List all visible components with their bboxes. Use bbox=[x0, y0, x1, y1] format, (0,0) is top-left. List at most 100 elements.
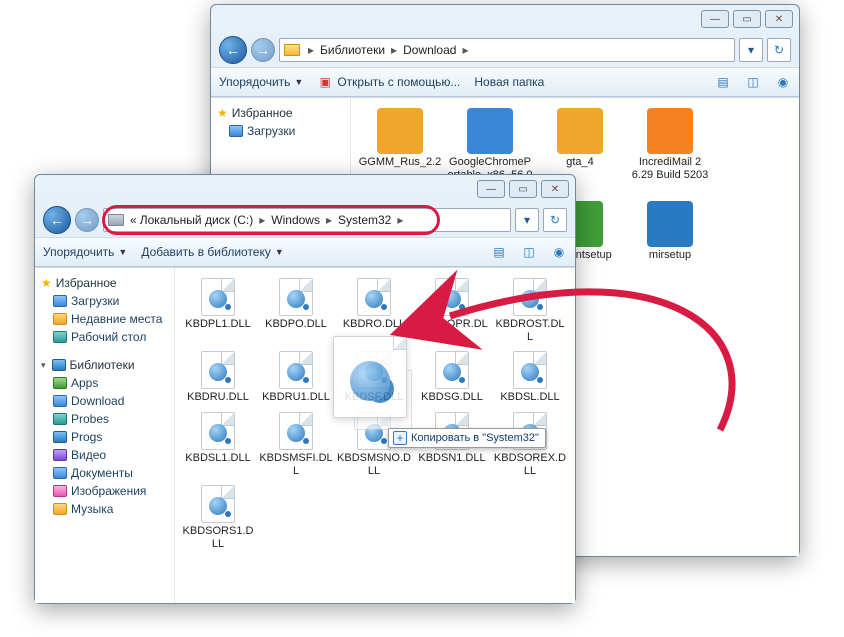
folder-icon bbox=[53, 313, 67, 325]
dll-icon bbox=[435, 351, 469, 389]
file-tile[interactable]: KBDSMSFI.DLL bbox=[257, 408, 335, 481]
documents-icon bbox=[53, 467, 67, 479]
desktop-icon bbox=[53, 331, 67, 343]
dll-icon bbox=[513, 351, 547, 389]
close-button[interactable]: ✕ bbox=[765, 10, 793, 28]
chevron-right-icon[interactable]: ▸ bbox=[322, 213, 336, 227]
file-tile[interactable]: KBDPO.DLL bbox=[257, 274, 335, 347]
refresh-button[interactable]: ↻ bbox=[767, 38, 791, 62]
address-dropdown-button[interactable]: ▾ bbox=[739, 38, 763, 62]
file-tile[interactable]: KBDSG.DLL bbox=[413, 347, 491, 408]
file-tile[interactable]: KBDRU1.DLL bbox=[257, 347, 335, 408]
file-label: KBDROST.DLL bbox=[493, 318, 567, 343]
chevron-right-icon[interactable]: ▸ bbox=[458, 43, 472, 57]
add-to-library-button[interactable]: Добавить в библиотеку ▼ bbox=[141, 245, 283, 259]
view-button[interactable]: ▤ bbox=[491, 244, 507, 260]
nav-forward-button[interactable]: → bbox=[251, 38, 275, 62]
file-tile[interactable]: KBDRO.DLL bbox=[335, 274, 413, 347]
maximize-button[interactable]: ▭ bbox=[509, 180, 537, 198]
dll-icon bbox=[279, 351, 313, 389]
nav-back-button[interactable]: ← bbox=[219, 36, 247, 64]
nav-item[interactable]: Загрузки bbox=[39, 292, 170, 310]
file-label: KBDSL1.DLL bbox=[185, 452, 250, 465]
pictures-icon bbox=[53, 485, 67, 497]
address-dropdown-button[interactable]: ▾ bbox=[515, 208, 539, 232]
nav-forward-button[interactable]: → bbox=[75, 208, 99, 232]
libraries-header[interactable]: ▾Библиотеки bbox=[39, 356, 170, 374]
file-tile[interactable]: KBDROST.DLL bbox=[491, 274, 569, 347]
breadcrumb-item[interactable]: Download bbox=[401, 42, 458, 58]
chevron-right-icon[interactable]: ▸ bbox=[393, 213, 407, 227]
preview-pane-button[interactable]: ◫ bbox=[745, 74, 761, 90]
chevron-right-icon[interactable]: ▸ bbox=[387, 43, 401, 57]
dll-icon bbox=[357, 278, 391, 316]
app-icon bbox=[647, 201, 693, 247]
chevron-right-icon[interactable]: ▸ bbox=[304, 43, 318, 57]
expand-icon: ▾ bbox=[41, 360, 46, 371]
toolbar: Упорядочить ▼ Добавить в библиотеку ▼ ▤ … bbox=[35, 237, 575, 267]
titlebar[interactable]: — ▭ ✕ bbox=[211, 5, 799, 33]
star-icon: ★ bbox=[41, 276, 52, 290]
nav-back-button[interactable]: ← bbox=[43, 206, 71, 234]
breadcrumb-item[interactable]: Локальный диск (C:) bbox=[138, 212, 256, 228]
refresh-button[interactable]: ↻ bbox=[543, 208, 567, 232]
nav-item[interactable]: Документы bbox=[39, 464, 170, 482]
nav-item[interactable]: Недавние места bbox=[39, 310, 170, 328]
view-button[interactable]: ▤ bbox=[715, 74, 731, 90]
close-button[interactable]: ✕ bbox=[541, 180, 569, 198]
library-icon bbox=[53, 395, 67, 407]
favorites-header[interactable]: ★Избранное bbox=[39, 274, 170, 292]
titlebar[interactable]: — ▭ ✕ bbox=[35, 175, 575, 203]
preview-pane-button[interactable]: ◫ bbox=[521, 244, 537, 260]
chevron-right-icon[interactable]: ▸ bbox=[255, 213, 269, 227]
file-tile[interactable]: mirsetup bbox=[625, 197, 715, 278]
file-tile[interactable]: IncrediMail 2 6.29 Build 5203 bbox=[625, 104, 715, 197]
file-tile[interactable]: KBDSL.DLL bbox=[491, 347, 569, 408]
dll-icon bbox=[279, 278, 313, 316]
file-tile[interactable]: KBDROPR.DLL bbox=[413, 274, 491, 347]
nav-item[interactable]: Музыка bbox=[39, 500, 170, 518]
nav-item[interactable]: Apps bbox=[39, 374, 170, 392]
file-tile[interactable]: KBDRU.DLL bbox=[179, 347, 257, 408]
nav-item[interactable]: Рабочий стол bbox=[39, 328, 170, 346]
nav-item[interactable]: Download bbox=[39, 392, 170, 410]
nav-item[interactable]: Видео bbox=[39, 446, 170, 464]
folder-icon bbox=[229, 125, 243, 137]
dll-icon bbox=[201, 485, 235, 523]
dll-icon bbox=[357, 351, 391, 389]
file-label: KBDSG.DLL bbox=[421, 391, 483, 404]
file-label: IncrediMail 2 6.29 Build 5203 bbox=[627, 156, 713, 181]
file-label: KBDSL.DLL bbox=[500, 391, 559, 404]
dll-icon bbox=[513, 278, 547, 316]
organize-button[interactable]: Упорядочить ▼ bbox=[43, 245, 127, 259]
open-with-button[interactable]: ▣Открыть с помощью... bbox=[317, 74, 460, 90]
chevron-down-icon: ▼ bbox=[294, 77, 303, 87]
favorites-header[interactable]: ★Избранное bbox=[215, 104, 346, 122]
breadcrumb[interactable]: ▸ Библиотеки ▸ Download ▸ bbox=[279, 38, 735, 62]
minimize-button[interactable]: — bbox=[701, 10, 729, 28]
file-tile[interactable]: KBDPL1.DLL bbox=[179, 274, 257, 347]
dll-icon bbox=[435, 278, 469, 316]
help-button[interactable]: ◉ bbox=[775, 74, 791, 90]
maximize-button[interactable]: ▭ bbox=[733, 10, 761, 28]
folder-icon bbox=[284, 44, 300, 56]
breadcrumb-overflow[interactable]: « bbox=[128, 212, 138, 228]
minimize-button[interactable]: — bbox=[477, 180, 505, 198]
help-button[interactable]: ◉ bbox=[551, 244, 567, 260]
nav-item[interactable]: Изображения bbox=[39, 482, 170, 500]
breadcrumb-item[interactable]: System32 bbox=[336, 212, 393, 228]
nav-item[interactable]: Progs bbox=[39, 428, 170, 446]
file-tile[interactable]: KBDSF.DLL bbox=[335, 347, 413, 408]
organize-button[interactable]: Упорядочить ▼ bbox=[219, 75, 303, 89]
nav-item[interactable]: Probes bbox=[39, 410, 170, 428]
file-tile[interactable]: KBDSL1.DLL bbox=[179, 408, 257, 481]
explorer-window-system32: — ▭ ✕ ← → « Локальный диск (C:) ▸ Window… bbox=[34, 174, 576, 604]
new-folder-button[interactable]: Новая папка bbox=[474, 75, 544, 89]
file-tile[interactable]: KBDSORS1.DLL bbox=[179, 481, 257, 554]
nav-item-downloads[interactable]: Загрузки bbox=[215, 122, 346, 140]
drop-hint-text: Копировать в "System32" bbox=[411, 432, 539, 444]
breadcrumb[interactable]: « Локальный диск (C:) ▸ Windows ▸ System… bbox=[103, 208, 511, 232]
star-icon: ★ bbox=[217, 106, 228, 120]
breadcrumb-item[interactable]: Windows bbox=[269, 212, 322, 228]
breadcrumb-item[interactable]: Библиотеки bbox=[318, 42, 387, 58]
